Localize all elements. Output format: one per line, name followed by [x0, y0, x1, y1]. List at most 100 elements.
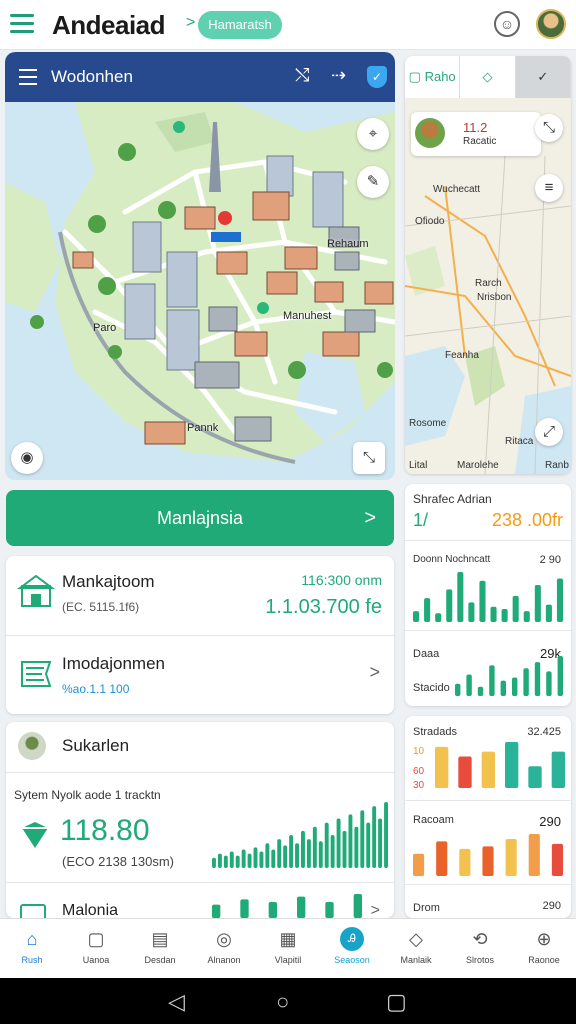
info-value: 11.2 [463, 120, 488, 135]
mini-bar [268, 902, 277, 918]
map-title: Wodonhen [51, 67, 133, 86]
map-label-pannk: Pannk [187, 422, 219, 434]
stats-bar [283, 845, 288, 868]
locate-icon[interactable]: ◉ [11, 442, 43, 474]
nav-label: Manlaik [400, 955, 432, 965]
panel-mini-bar [500, 680, 506, 696]
nav-item-8[interactable]: ⊕ Raonoe [512, 919, 576, 978]
nav-label: Vlapitil [274, 955, 302, 965]
nav-item-2[interactable]: ▤ Desdan [128, 919, 192, 978]
flag-icon [21, 661, 52, 687]
panel-sub-label: Daaa [413, 648, 440, 660]
mini-map-label: Ranb [545, 460, 569, 471]
panel-bar [556, 578, 563, 622]
divider [405, 630, 571, 631]
stats-value: 118.80 [60, 814, 150, 847]
list-row-imodajonmen[interactable]: Imodajonmen %ao.1.1 100 > [6, 636, 394, 714]
row-subtitle: (EC. 5115.1f6) [62, 600, 140, 614]
divider [405, 800, 571, 801]
expand-icon[interactable]: ⤡ [353, 442, 385, 474]
nav-item-5[interactable]: Ꭿ Seaoson [320, 919, 384, 978]
colored-bar-2 [528, 834, 540, 876]
globe-icon: ◎ [216, 929, 232, 949]
avatar[interactable] [536, 9, 566, 39]
stats-bar [330, 835, 335, 868]
nav-label: Uanoa [82, 955, 110, 965]
list-row-mankajtoom[interactable]: Mankajtoom (EC. 5115.1f6) 116:300 onm 1.… [6, 556, 394, 636]
nav-item-7[interactable]: ⟲ Slrotos [448, 919, 512, 978]
panel-bar [479, 580, 486, 622]
panel-bar [545, 604, 552, 622]
mini-map-label: Ofiodo [415, 216, 445, 227]
summary-list-card: Mankajtoom (EC. 5115.1f6) 116:300 onm 1.… [6, 556, 394, 714]
city-map[interactable] [5, 52, 395, 480]
smile-icon[interactable]: ☺ [494, 11, 520, 37]
panel-label: Racoam [413, 814, 454, 826]
layers-icon[interactable]: ✎ [357, 166, 389, 198]
panel-row-label: Doonn Nochncatt [413, 554, 491, 565]
stats-subtitle: (ECO 2138 130sm) [62, 854, 174, 869]
mini-bar [212, 904, 221, 918]
stats-bar [247, 853, 252, 868]
tab-raho-label: Raho [424, 69, 456, 84]
mini-map-info[interactable]: 11.2 Racatic [411, 112, 541, 156]
compass-icon[interactable]: ⌖ [357, 118, 389, 150]
panel-big-left: 1/ [413, 510, 429, 530]
primary-action-button[interactable]: Manlajnsia > [6, 490, 394, 546]
map-header: Wodonhen ⤭ ⇢ ✓ [5, 52, 395, 102]
chevron-right-icon[interactable]: > [369, 662, 380, 683]
stats-bar [372, 806, 377, 868]
panel-bar [490, 606, 497, 622]
panel-bar [512, 595, 519, 622]
nav-item-1[interactable]: ▢ Uanoa [64, 919, 128, 978]
route-icon: ⟲ [472, 929, 488, 949]
back-icon[interactable]: ◁ [168, 989, 185, 1015]
home-icon[interactable]: ○ [276, 989, 289, 1015]
stats-bar [271, 849, 276, 868]
nav-item-3[interactable]: ◎ Alnanon [192, 919, 256, 978]
stats-bar [265, 843, 270, 868]
nav-item-6[interactable]: ◇ Manlaik [384, 919, 448, 978]
nav-item-0[interactable]: ⌂ Rush [0, 919, 64, 978]
stats-bar [223, 855, 228, 868]
recents-icon[interactable]: ▢ [386, 989, 407, 1015]
route-icon[interactable]: ⤡ [535, 114, 563, 142]
lock-icon: ⊕ [536, 929, 552, 949]
panel-value: 290 [542, 900, 561, 912]
tab-shape[interactable]: ◇ [460, 56, 516, 98]
location-thumbnail [415, 118, 445, 148]
map-label-paro: Paro [93, 322, 117, 334]
row-subtitle: %ao.1.1 100 [62, 682, 130, 696]
colored-bar [435, 746, 449, 788]
colored-bar-2 [436, 841, 448, 876]
arrow-icon[interactable]: ⇢ [331, 65, 346, 86]
sliders-icon[interactable]: ≡ [535, 174, 563, 202]
nav-item-4[interactable]: ▦ Vlapitil [256, 919, 320, 978]
menu-icon[interactable] [10, 14, 34, 34]
map-menu-icon[interactable] [19, 69, 37, 90]
row-title: Imodajonmen [62, 654, 166, 673]
stats-bar [217, 853, 222, 868]
panel-mini-bar [489, 665, 495, 696]
mini-map-label: Wuchecatt [433, 184, 481, 195]
route-icon[interactable]: ⤭ [295, 65, 309, 86]
chevron-right-icon[interactable]: > [371, 902, 380, 918]
tab-raho[interactable]: ▢ Raho [405, 56, 461, 98]
stats-bar [229, 851, 234, 868]
row-title: Mankajtoom [62, 572, 155, 591]
divider [6, 772, 394, 773]
chevron-right-icon: > [186, 14, 196, 31]
status-pill[interactable]: Hamaratsh [198, 11, 282, 39]
shield-icon[interactable]: ✓ [367, 66, 387, 88]
panel-mini-bar [455, 683, 461, 696]
top-app-bar: Andeaiad > Hamaratsh ☺ [0, 0, 576, 50]
mini-bar [325, 902, 334, 918]
panel-bar [534, 585, 541, 622]
stats-bar [312, 826, 317, 868]
panel-row-value: 2 90 [539, 554, 561, 566]
mini-map-label: Rosome [409, 418, 447, 429]
colored-bar-2 [413, 853, 425, 876]
colored-bar-chart-2 [413, 834, 563, 876]
expand-icon[interactable]: ⤢ [535, 418, 563, 446]
tab-check[interactable]: ✓ [515, 56, 571, 98]
